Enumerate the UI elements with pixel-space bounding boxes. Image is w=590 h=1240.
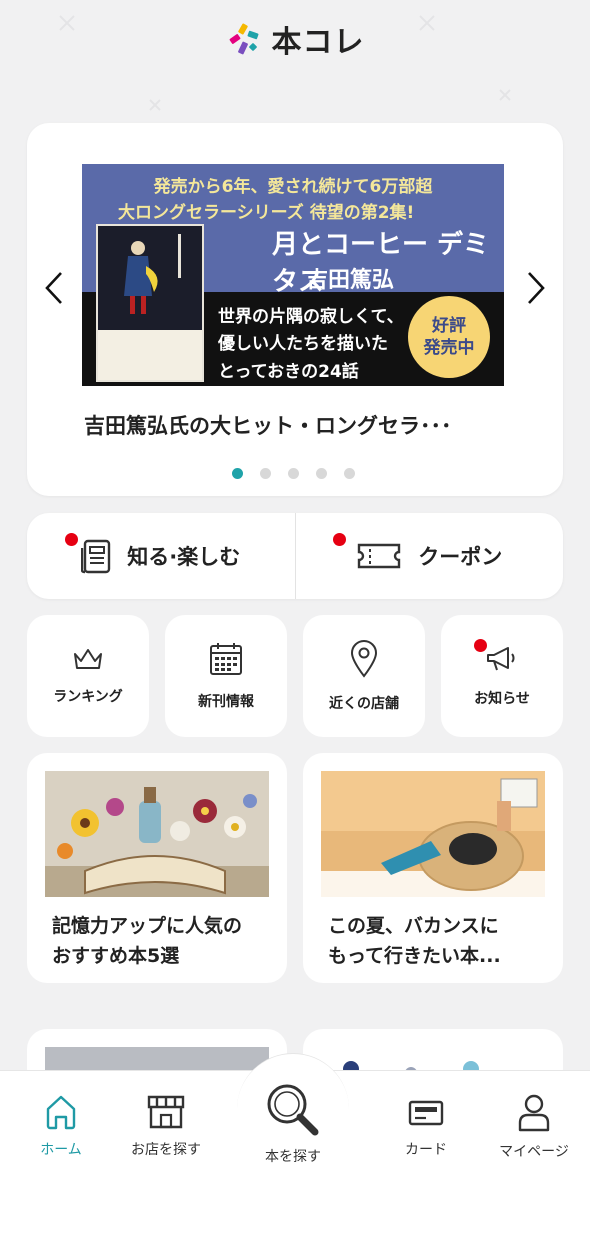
- notification-dot: [474, 639, 487, 652]
- learn-enjoy-button[interactable]: 知る·楽しむ: [27, 513, 295, 599]
- learn-enjoy-label: 知る·楽しむ: [127, 545, 241, 569]
- app-screen: 本コレ 発売から6年、愛され続けて6万部超 大ロングセラーシリーズ 待望の第2集…: [0, 0, 590, 1240]
- ranking-label: ランキング: [53, 689, 123, 705]
- flowers-book-image: [45, 771, 269, 897]
- banner-tagline: 発売から6年、愛され続けて6万部超: [153, 177, 433, 197]
- calendar-icon: [210, 643, 242, 675]
- article-title-line: 記憶力アップに人気の: [52, 915, 243, 937]
- crown-icon: [74, 649, 102, 669]
- map-pin-icon: [350, 640, 378, 678]
- ticket-icon: [358, 543, 401, 569]
- announcements-label: お知らせ: [474, 691, 530, 707]
- badge-line: 好評: [432, 316, 466, 336]
- book-cover-lower: [98, 330, 202, 380]
- nav-find-stores[interactable]: お店を探す: [107, 1093, 225, 1159]
- beach-reading-image: [321, 771, 545, 897]
- carousel-dot[interactable]: [288, 468, 299, 479]
- carousel-pagination: [232, 468, 355, 479]
- badge-line: 発売中: [423, 338, 475, 358]
- newspaper-icon: [81, 539, 111, 574]
- banner-description-line: 世界の片隅の寂しくて、: [218, 307, 404, 327]
- banner-description-line: とっておきの24話: [218, 362, 359, 382]
- nearby-stores-button[interactable]: 近くの店舗: [303, 615, 425, 737]
- nav-search-books-label: 本を探す: [265, 1149, 321, 1165]
- feature-split-row: 知る·楽しむ クーポン: [27, 513, 563, 599]
- banner-author: 吉田篤弘: [306, 268, 395, 293]
- article-title-line: もって行きたい本...: [328, 945, 501, 967]
- article-card[interactable]: 記憶力アップに人気の おすすめ本5選: [27, 753, 287, 983]
- carousel-dot[interactable]: [316, 468, 327, 479]
- banner-subtitle: 大ロングセラーシリーズ 待望の第2集!: [118, 203, 415, 223]
- nav-search-books[interactable]: 本を探す: [237, 1053, 349, 1240]
- book-figure-illustration: [124, 234, 181, 314]
- coupon-button[interactable]: クーポン: [296, 513, 564, 599]
- app-logo-text: 本コレ: [271, 25, 365, 60]
- carousel-dot[interactable]: [232, 468, 243, 479]
- ranking-button[interactable]: ランキング: [27, 615, 149, 737]
- book-cover-image: [96, 224, 204, 382]
- new-releases-button[interactable]: 新刊情報: [165, 615, 287, 737]
- home-icon: [46, 1095, 76, 1130]
- new-releases-label: 新刊情報: [198, 694, 254, 710]
- carousel-dot[interactable]: [260, 468, 271, 479]
- article-thumbnail: [45, 771, 269, 897]
- nav-card-label: カード: [405, 1142, 447, 1158]
- nav-home-label: ホーム: [40, 1142, 82, 1158]
- membership-card-icon: [408, 1100, 444, 1126]
- nav-mypage-label: マイページ: [499, 1144, 569, 1160]
- article-title-line: おすすめ本5選: [52, 945, 180, 967]
- notification-dot: [65, 533, 78, 546]
- coupon-label: クーポン: [418, 545, 503, 569]
- banner-description-line: 優しい人たちを描いた: [218, 334, 388, 354]
- search-icon: [267, 1084, 319, 1136]
- article-card[interactable]: この夏、バカンスに もって行きたい本...: [303, 753, 563, 983]
- featured-carousel[interactable]: 発売から6年、愛され続けて6万部超 大ロングセラーシリーズ 待望の第2集! 月と…: [27, 123, 563, 496]
- nav-home[interactable]: ホーム: [2, 1093, 120, 1159]
- user-icon: [518, 1094, 550, 1132]
- carousel-prev-button[interactable]: [39, 268, 69, 308]
- article-title: この夏、バカンスに もって行きたい本...: [328, 911, 548, 971]
- app-header: 本コレ: [0, 0, 590, 78]
- chevron-right-icon: [528, 272, 545, 304]
- megaphone-icon: [487, 647, 515, 671]
- carousel-banner-image[interactable]: 発売から6年、愛され続けて6万部超 大ロングセラーシリーズ 待望の第2集! 月と…: [82, 164, 504, 386]
- carousel-dot[interactable]: [344, 468, 355, 479]
- nav-mypage[interactable]: マイページ: [475, 1093, 590, 1161]
- carousel-slide-title[interactable]: 吉田篤弘氏の大ヒット・ロングセラ･･･: [84, 410, 452, 440]
- logo-mark-icon: [229, 23, 258, 55]
- storefront-icon: [147, 1095, 185, 1129]
- carousel-next-button[interactable]: [521, 268, 551, 308]
- article-title-line: この夏、バカンスに: [328, 915, 499, 937]
- article-title: 記憶力アップに人気の おすすめ本5選: [52, 911, 272, 971]
- banner-on-sale-badge: 好評 発売中: [408, 296, 490, 378]
- nearby-stores-label: 近くの店舗: [329, 696, 399, 712]
- nav-card[interactable]: カード: [367, 1093, 485, 1159]
- announcements-button[interactable]: お知らせ: [441, 615, 563, 737]
- notification-dot: [332, 533, 346, 546]
- nav-find-stores-label: お店を探す: [131, 1142, 201, 1158]
- chevron-left-icon: [45, 272, 62, 304]
- article-thumbnail: [321, 771, 545, 897]
